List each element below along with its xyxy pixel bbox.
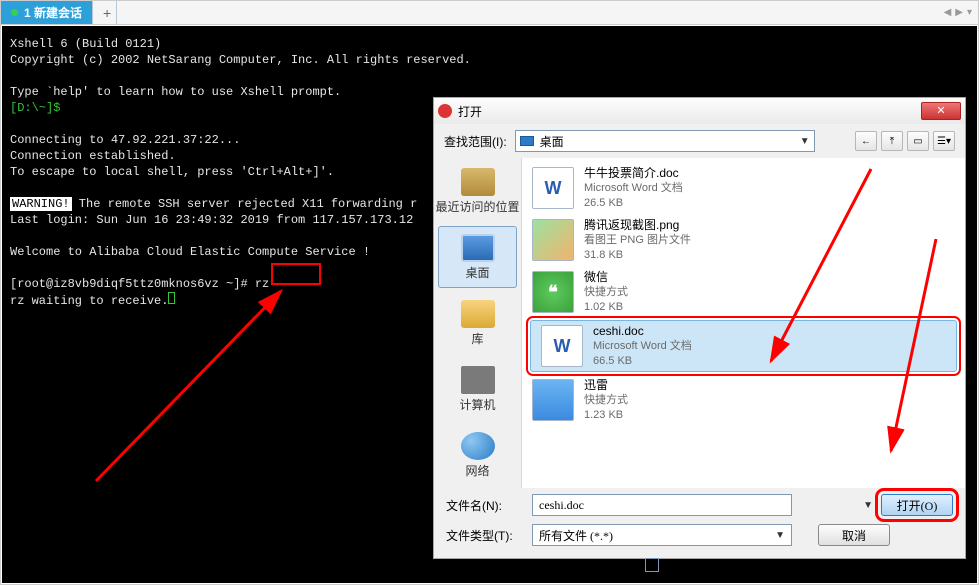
- word-doc-icon: W: [541, 325, 583, 367]
- place-network[interactable]: 网络: [434, 422, 521, 488]
- views-button[interactable]: ☰▾: [933, 131, 955, 151]
- place-desktop[interactable]: 桌面: [438, 226, 517, 288]
- file-item[interactable]: 腾讯返现截图.png看图王 PNG 图片文件31.8 KB: [522, 214, 965, 266]
- file-list[interactable]: W牛牛投票简介.docMicrosoft Word 文档26.5 KB 腾讯返现…: [522, 158, 965, 488]
- word-doc-icon: W: [532, 167, 574, 209]
- tab-bar: 1 新建会话 + ◀ ▶ ▾: [1, 1, 978, 25]
- chevron-down-icon[interactable]: ▼: [863, 500, 873, 511]
- desktop-monitor-icon: [461, 234, 495, 262]
- place-library[interactable]: 库: [434, 290, 521, 356]
- chevron-down-icon: ▼: [775, 530, 785, 541]
- desktop-icon: [520, 136, 534, 146]
- tabbar-prev-icon[interactable]: ◀: [944, 7, 952, 18]
- cursor: [168, 292, 175, 304]
- filename-input[interactable]: [532, 494, 792, 516]
- wechat-icon: ❝: [532, 271, 574, 313]
- library-icon: [461, 300, 495, 328]
- cancel-button[interactable]: 取消: [818, 524, 890, 546]
- ascii-checkbox[interactable]: [645, 558, 659, 572]
- warning-badge: WARNING!: [10, 197, 72, 211]
- file-item-selected[interactable]: Wceshi.docMicrosoft Word 文档66.5 KB: [530, 320, 957, 372]
- file-item[interactable]: W牛牛投票简介.docMicrosoft Word 文档26.5 KB: [522, 162, 965, 214]
- new-folder-button[interactable]: ▭: [907, 131, 929, 151]
- close-button[interactable]: ✕: [921, 102, 961, 120]
- up-button[interactable]: ⤒: [881, 131, 903, 151]
- chevron-down-icon: ▼: [800, 136, 810, 147]
- tabbar-menu-icon[interactable]: ▾: [967, 7, 972, 18]
- dialog-app-icon: [438, 104, 452, 118]
- dialog-titlebar[interactable]: 打开 ✕: [434, 98, 965, 124]
- image-file-icon: [532, 219, 574, 261]
- lookin-value: 桌面: [540, 133, 564, 150]
- lookin-label: 查找范围(I):: [444, 133, 507, 150]
- recent-icon: [461, 168, 495, 196]
- ascii-label: 发送文件到ASCII: [663, 558, 754, 575]
- filetype-label: 文件类型(T):: [446, 527, 524, 544]
- place-recent[interactable]: 最近访问的位置: [434, 158, 521, 224]
- tabbar-next-icon[interactable]: ▶: [955, 7, 963, 18]
- lookin-dropdown[interactable]: 桌面 ▼: [515, 130, 815, 152]
- open-button[interactable]: 打开(O): [881, 494, 953, 516]
- back-button[interactable]: ←: [855, 131, 877, 151]
- tab-add-button[interactable]: +: [93, 1, 117, 24]
- open-file-dialog: 打开 ✕ 查找范围(I): 桌面 ▼ ← ⤒ ▭ ☰▾ 最近访问的位置 桌面 库…: [433, 97, 966, 559]
- network-icon: [461, 432, 495, 460]
- tab-session-1[interactable]: 1 新建会话: [1, 1, 93, 24]
- places-bar: 最近访问的位置 桌面 库 计算机 网络: [434, 158, 522, 488]
- status-dot-icon: [11, 9, 18, 16]
- file-item[interactable]: ❝微信快捷方式1.02 KB: [522, 266, 965, 318]
- filename-label: 文件名(N):: [446, 497, 524, 514]
- filetype-dropdown[interactable]: 所有文件 (*.*)▼: [532, 524, 792, 546]
- file-item[interactable]: 迅雷快捷方式1.23 KB: [522, 374, 965, 426]
- xunlei-icon: [532, 379, 574, 421]
- computer-icon: [461, 366, 495, 394]
- tab-label: 1 新建会话: [24, 4, 82, 21]
- tabbar-nav: ◀ ▶ ▾: [944, 7, 978, 18]
- dialog-title: 打开: [458, 103, 482, 120]
- place-computer[interactable]: 计算机: [434, 356, 521, 422]
